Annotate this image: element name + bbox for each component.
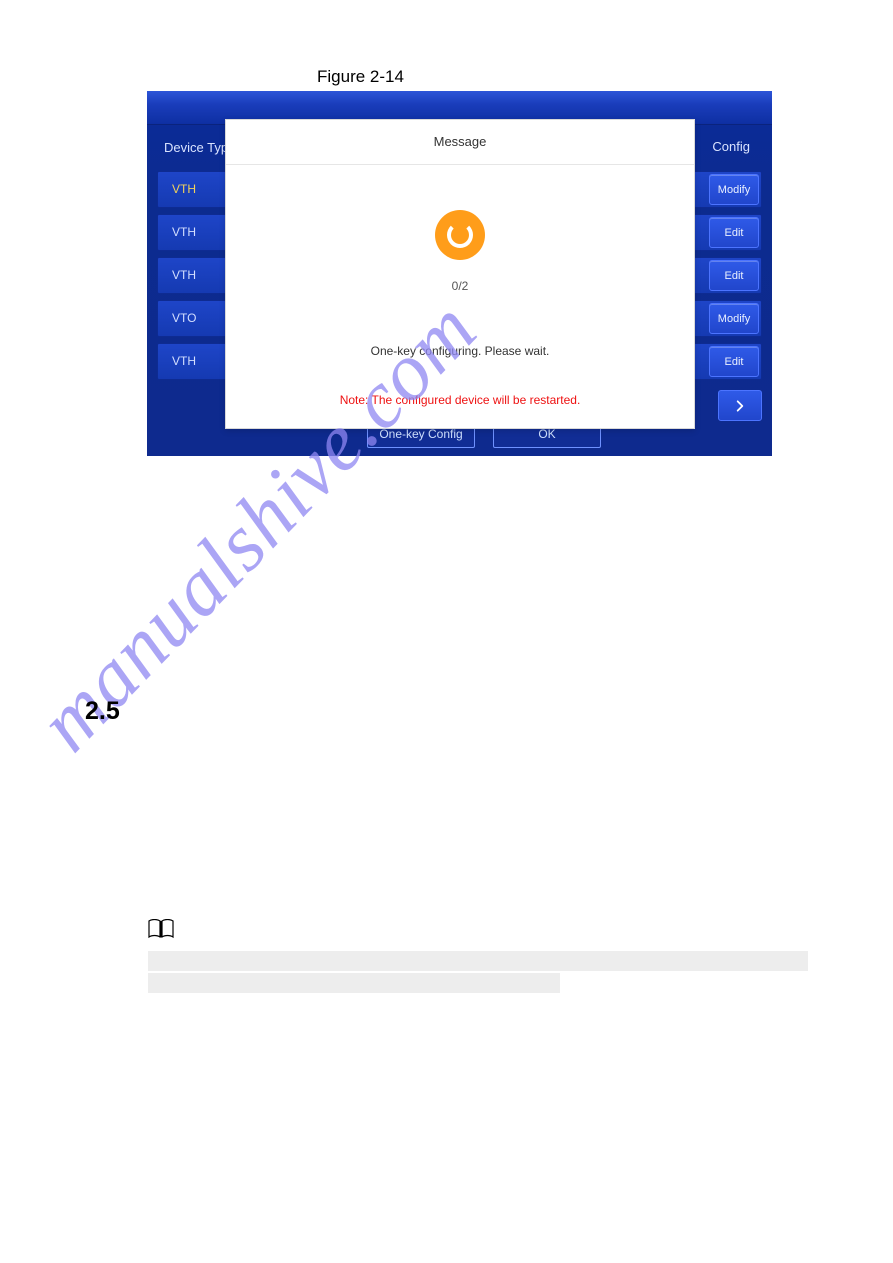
device-config-panel: Device Type Config VTH Modify VTH Edit V… bbox=[147, 91, 772, 456]
redacted-text-line bbox=[148, 951, 808, 971]
progress-counter: 0/2 bbox=[226, 279, 694, 293]
loading-spinner-icon bbox=[435, 210, 485, 260]
chevron-right-icon bbox=[733, 399, 747, 413]
spinner-ring-icon bbox=[447, 222, 473, 248]
modify-button[interactable]: Modify bbox=[709, 174, 759, 205]
column-header-config: Config bbox=[712, 139, 750, 154]
device-type-label: VTH bbox=[172, 225, 196, 239]
redacted-text-line bbox=[148, 973, 560, 993]
edit-button[interactable]: Edit bbox=[709, 260, 759, 291]
section-number: 2.5 bbox=[85, 697, 120, 726]
divider bbox=[226, 164, 694, 165]
dialog-title: Message bbox=[226, 134, 694, 149]
restart-note: Note: The configured device will be rest… bbox=[226, 393, 694, 407]
edit-button[interactable]: Edit bbox=[709, 346, 759, 377]
book-icon bbox=[148, 919, 174, 939]
device-type-label: VTO bbox=[172, 311, 196, 325]
device-type-label: VTH bbox=[172, 354, 196, 368]
wait-message: One-key configuring. Please wait. bbox=[226, 344, 694, 358]
device-type-label: VTH bbox=[172, 182, 196, 196]
figure-caption: Figure 2-14 bbox=[317, 67, 404, 87]
modify-button[interactable]: Modify bbox=[709, 303, 759, 334]
edit-button[interactable]: Edit bbox=[709, 217, 759, 248]
device-type-label: VTH bbox=[172, 268, 196, 282]
next-page-button[interactable] bbox=[718, 390, 762, 421]
message-dialog: Message 0/2 One-key configuring. Please … bbox=[225, 119, 695, 429]
